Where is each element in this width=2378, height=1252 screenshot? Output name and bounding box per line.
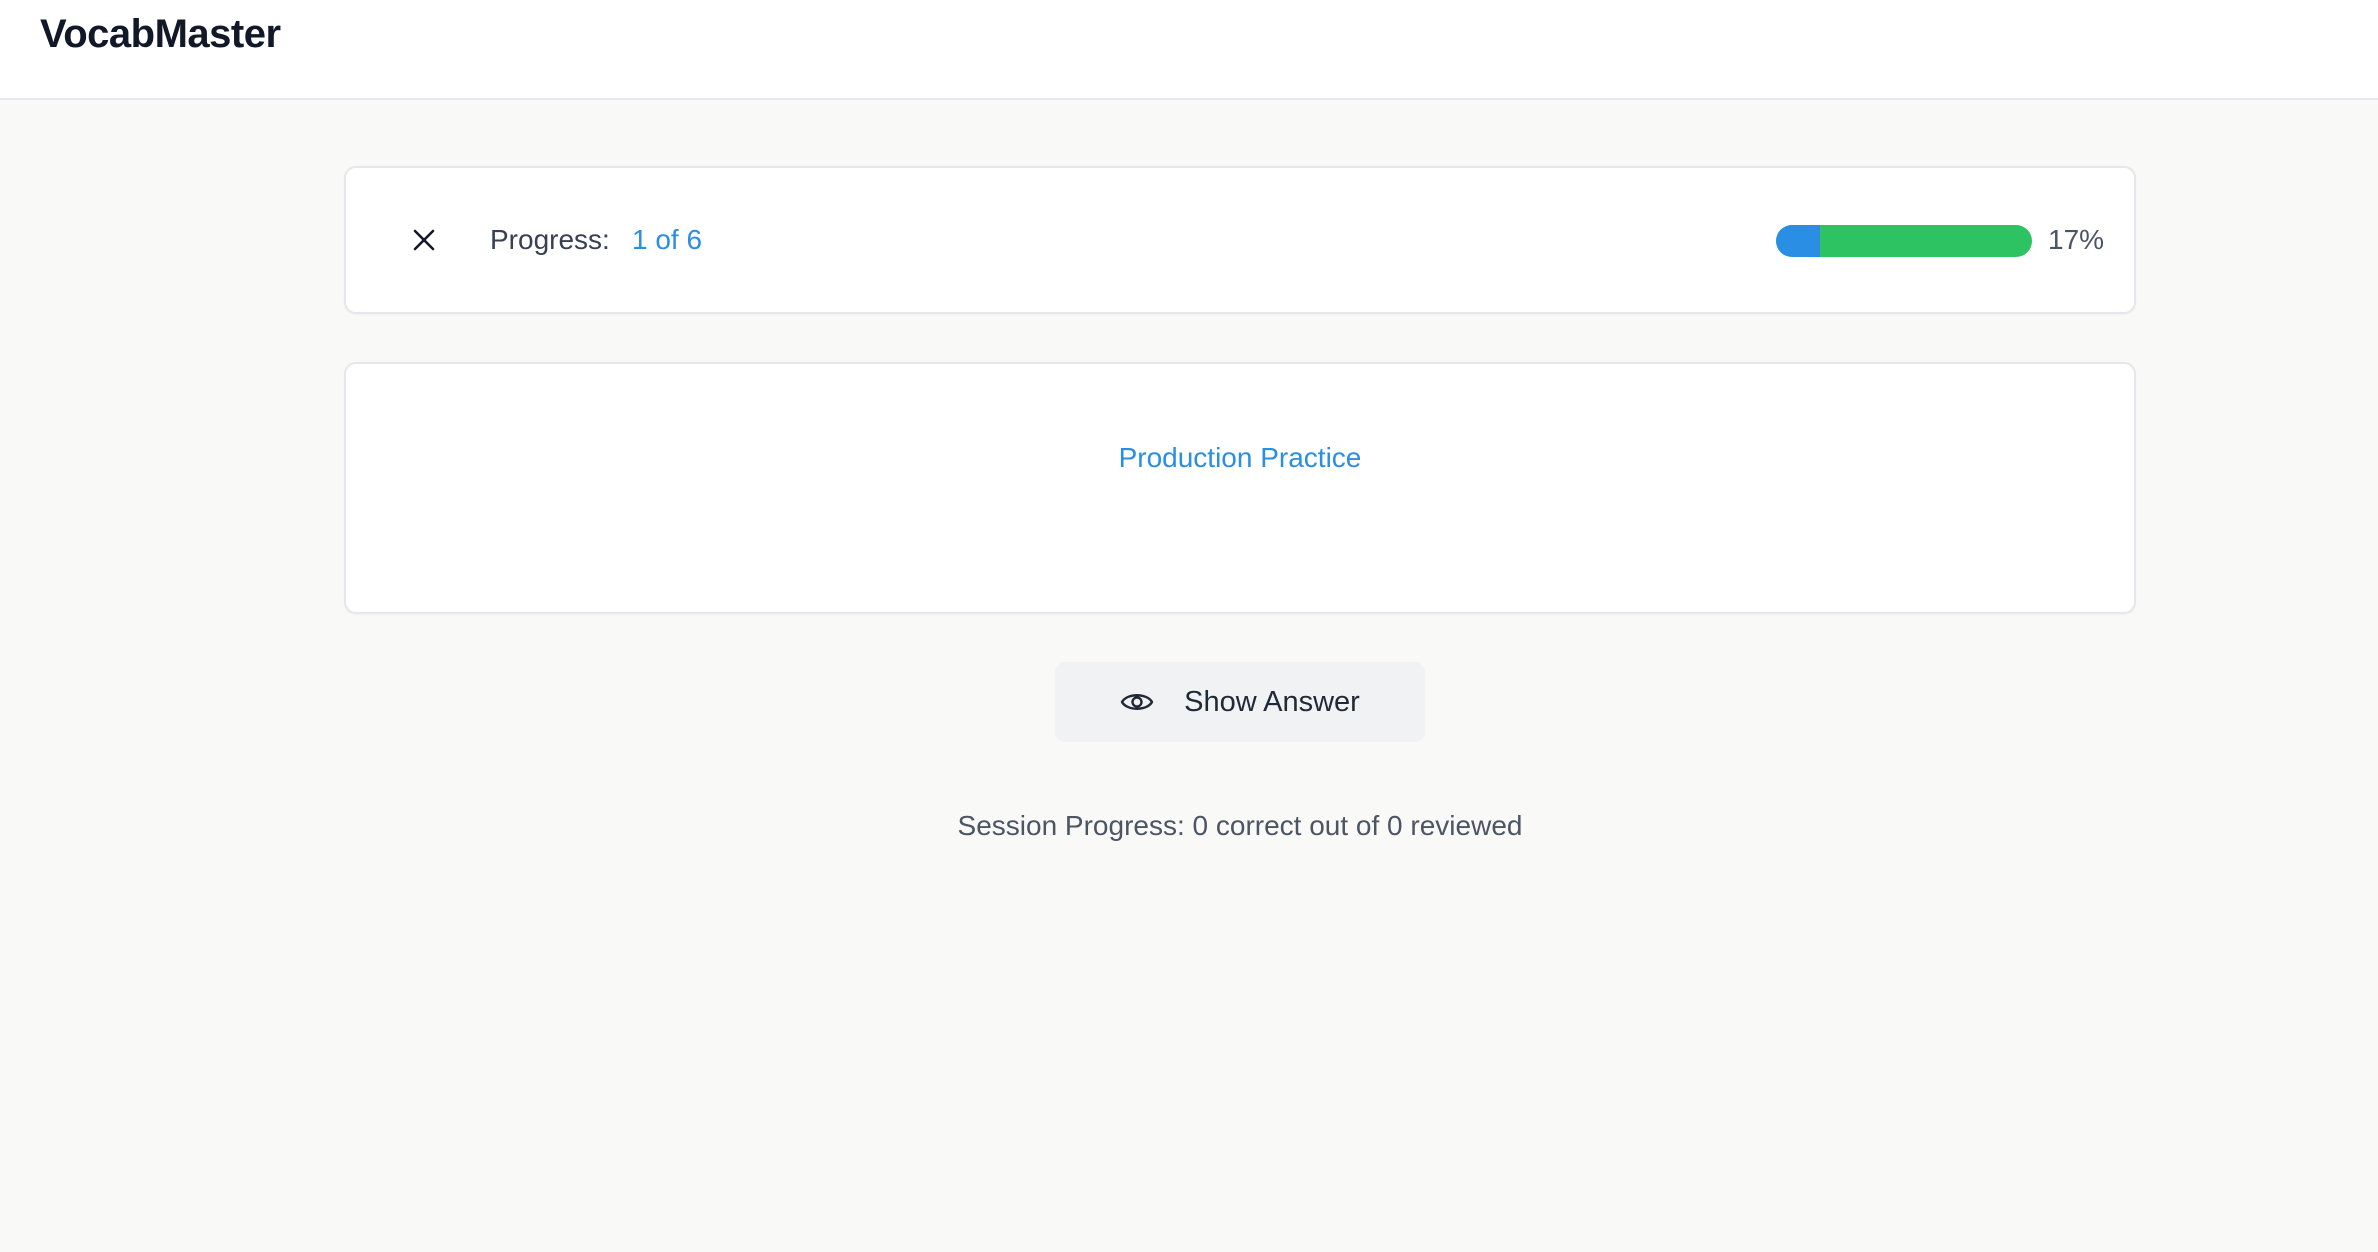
practice-card: Production Practice: [344, 362, 2136, 614]
close-icon: [413, 229, 435, 251]
session-progress-text: Session Progress: 0 correct out of 0 rev…: [957, 810, 1523, 841]
close-button[interactable]: [394, 210, 454, 270]
top-bar: VocabMaster: [0, 0, 2378, 100]
show-answer-label: Show Answer: [1184, 685, 1360, 718]
eye-icon: [1120, 694, 1154, 710]
practice-mode-title: Production Practice: [1118, 442, 1362, 473]
progress-bar-fill: [1776, 225, 1820, 257]
progress-label: Progress:: [490, 224, 610, 255]
show-answer-button[interactable]: Show Answer: [1055, 662, 1425, 742]
app-title: VocabMaster: [40, 12, 281, 56]
progress-count: 1 of 6: [632, 224, 703, 255]
progress-percent: 17%: [2048, 224, 2105, 255]
progress-bar: [1776, 225, 2032, 257]
progress-card: Progress: 1 of 6 17%: [344, 166, 2136, 314]
